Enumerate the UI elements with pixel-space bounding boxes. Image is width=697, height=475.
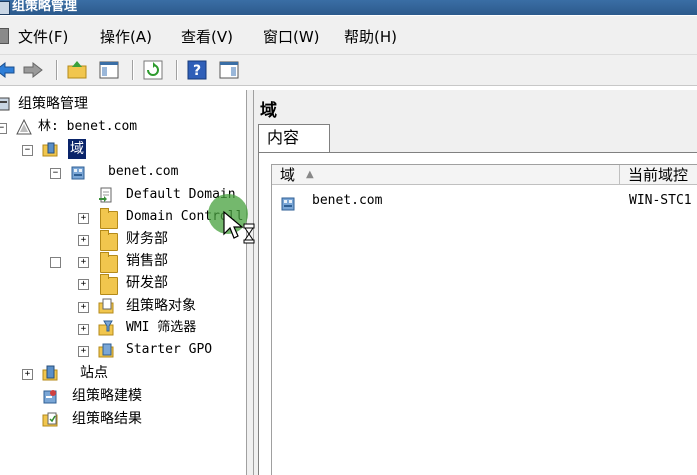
domain-icon [281,197,295,211]
expand-rd-icon[interactable]: + [78,279,89,290]
action-pane-icon[interactable] [218,59,240,81]
expand-domain-controllers-icon[interactable]: + [78,213,89,224]
tree-label-finance: 财务部 [126,231,168,247]
tree-label-gp-results: 组策略结果 [72,411,142,427]
domains-folder-icon [42,142,58,157]
show-hide-tree-icon[interactable] [98,59,120,81]
tree-label-domains: 域 [68,139,86,159]
tree-label-rd: 研发部 [126,275,168,291]
refresh-icon[interactable] [142,59,164,81]
expand-gpo-objects-icon[interactable]: + [78,302,89,313]
tree-label-forest: 林: benet.com [38,119,138,134]
gpmc-app-icon [0,1,10,15]
ou-folder-icon [100,230,118,251]
wmi-filter-icon [98,320,114,336]
tree-label-sales: 销售部 [126,253,168,269]
toolbar-separator [132,60,134,80]
window-title: 组策略管理 [12,0,78,14]
details-pane: 域 内容 域 ▲ 当前域控 benet.com WIN-STC1 [254,90,697,475]
details-title: 域 [260,101,277,121]
toolbar-separator [56,60,58,80]
gp-modeling-icon [43,390,57,404]
gpo-folder-icon [98,298,114,314]
domain-icon [71,166,85,180]
column-header-current-dc[interactable]: 当前域控 [620,165,697,185]
column-label-current-dc: 当前域控 [628,166,689,184]
busy-cursor-icon [223,210,255,244]
tree-label-sites: 站点 [80,365,108,381]
ou-folder-icon [100,208,118,229]
gpmc-icon [0,97,10,111]
collapse-domain-benet-icon[interactable]: − [50,168,61,179]
domain-list: 域 ▲ 当前域控 benet.com WIN-STC1 [271,164,697,475]
forest-icon [16,119,32,135]
menu-view[interactable]: 查看(V) [181,26,233,47]
ou-folder-icon [100,274,118,295]
gpo-link-icon [99,187,112,203]
help-icon[interactable]: ? [186,59,208,81]
tree-label-wmi-filters: WMI 筛选器 [126,320,197,335]
cell-current-dc: WIN-STC1 [629,193,692,208]
collapse-forest-icon[interactable]: − [0,123,7,134]
tab-contents[interactable]: 内容 [258,124,330,152]
menu-window[interactable]: 窗口(W) [263,26,320,47]
menu-app-icon [0,28,9,44]
cell-domain: benet.com [312,193,383,208]
tree-label-starter-gpo: Starter GPO [126,342,213,357]
menu-file[interactable]: 文件(F) [18,26,68,47]
toolbar: ? [0,55,697,86]
up-folder-icon[interactable] [66,59,88,81]
tree-label-benet-com: benet.com [108,164,179,179]
ou-folder-icon [100,252,118,273]
expand-sites-icon[interactable]: + [22,369,33,380]
tree-label-gpmc: 组策略管理 [18,96,88,112]
tree-label-gp-modeling: 组策略建模 [72,388,142,404]
expand-finance-icon[interactable]: + [78,235,89,246]
menu-action[interactable]: 操作(A) [100,26,152,47]
forward-icon[interactable] [22,59,44,81]
column-label-domain: 域 [280,166,296,184]
column-header-domain[interactable]: 域 ▲ [272,165,620,185]
toolbar-separator [176,60,178,80]
collapse-domains-icon[interactable]: − [22,145,33,156]
menu-bar: 文件(F) 操作(A) 查看(V) 窗口(W) 帮助(H) [0,16,697,55]
svg-text:?: ? [193,63,201,79]
expand-sales-icon[interactable]: + [78,257,89,268]
gp-results-icon [42,412,58,427]
back-icon[interactable] [0,59,16,81]
menu-help[interactable]: 帮助(H) [344,26,397,47]
collapse-domain-icon[interactable] [50,257,61,268]
sort-ascending-icon: ▲ [306,169,314,180]
starter-gpo-icon [98,343,114,358]
pane-splitter[interactable] [246,90,254,475]
console-tree: 组策略管理 − 林: benet.com − 域 − benet.com Def… [0,90,246,475]
expand-starter-gpo-icon[interactable]: + [78,346,89,357]
window-titlebar[interactable]: 组策略管理 [0,0,697,15]
tree-label-gpo-objects: 组策略对象 [126,298,196,314]
sites-icon [42,365,58,381]
expand-wmi-filters-icon[interactable]: + [78,324,89,335]
